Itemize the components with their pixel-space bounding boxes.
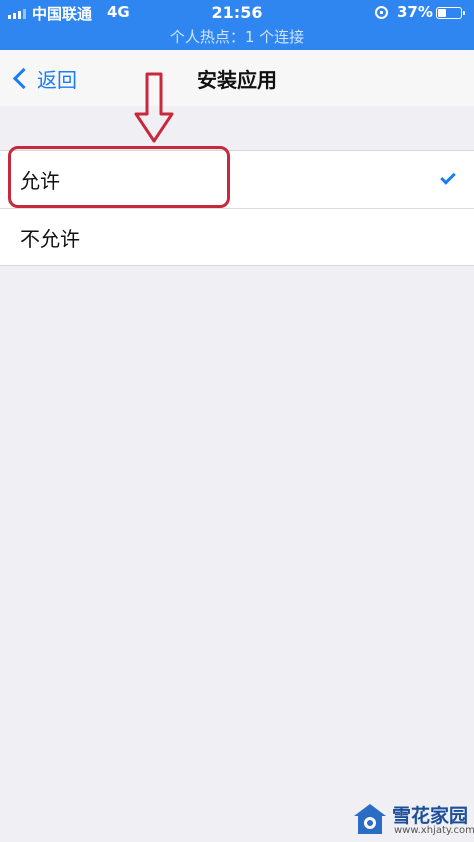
option-label: 不允许 xyxy=(20,226,80,251)
option-disallow[interactable]: 不允许 xyxy=(0,208,474,265)
battery-percentage: 37% xyxy=(397,3,433,21)
watermark: 雪花家园 www.xhjaty.com xyxy=(352,800,474,838)
watermark-url: www.xhjaty.com xyxy=(394,825,474,836)
watermark-logo-icon xyxy=(354,804,386,834)
down-arrow-icon xyxy=(134,72,174,143)
checkmark-icon xyxy=(440,169,456,185)
battery-fill xyxy=(438,9,446,17)
navigation-bar: 返回 安装应用 xyxy=(0,50,474,106)
highlight-annotation xyxy=(8,146,230,208)
orientation-lock-icon xyxy=(375,6,388,19)
watermark-name: 雪花家园 xyxy=(392,805,469,827)
page-title: 安装应用 xyxy=(197,68,277,92)
status-area: 中国联通 4G 21:56 37% 个人热点：1 个连接 xyxy=(0,0,474,50)
hotspot-banner[interactable]: 个人热点：1 个连接 xyxy=(0,26,474,50)
status-bar: 中国联通 4G 21:56 37% xyxy=(0,0,474,26)
battery-icon xyxy=(436,7,465,19)
